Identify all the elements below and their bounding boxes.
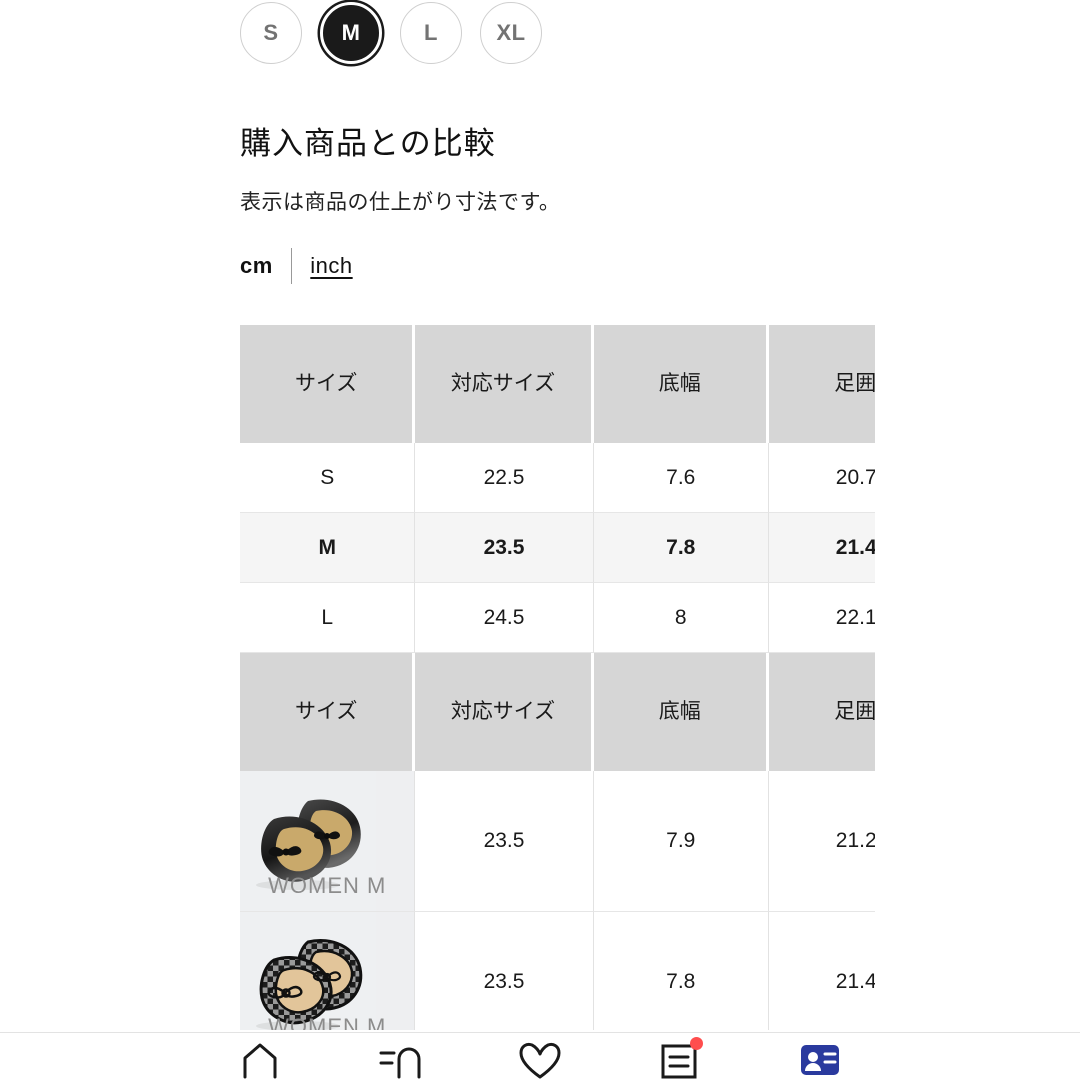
home-icon bbox=[243, 1043, 277, 1079]
size-table-container[interactable]: サイズ 対応サイズ 底幅 足囲 足長 S 22.5 7.6 20.7 23.7 … bbox=[240, 325, 875, 1030]
size-selector: S M L XL bbox=[240, 2, 542, 64]
product-thumbnail-label: WOMEN M bbox=[268, 1014, 387, 1030]
table-header-row: サイズ 対応サイズ 底幅 足囲 足長 bbox=[240, 325, 875, 443]
column-header-corresponding-size: 対応サイズ bbox=[415, 325, 594, 443]
table-row-selected: M 23.5 7.8 21.4 24.7 bbox=[240, 513, 875, 583]
nav-item-membership[interactable] bbox=[785, 1033, 855, 1080]
membership-card-icon bbox=[801, 1045, 839, 1075]
size-option-l[interactable]: L bbox=[400, 2, 462, 64]
product-row: WOMEN M 23.5 7.9 21.2 24.7 bbox=[240, 771, 875, 912]
product-thumbnail-cell[interactable]: WOMEN M bbox=[240, 912, 416, 1030]
unit-cm[interactable]: cm bbox=[240, 253, 291, 279]
cell-corresponding-size: 22.5 bbox=[415, 443, 594, 513]
cell-corresponding-size: 23.5 bbox=[415, 912, 594, 1030]
nav-item-search[interactable] bbox=[365, 1033, 435, 1080]
page-subtitle: 表示は商品の仕上がり寸法です。 bbox=[240, 191, 561, 214]
cell-corresponding-size: 23.5 bbox=[415, 771, 594, 912]
cell-foot-girth: 21.4 bbox=[769, 912, 875, 1030]
cell-foot-girth: 21.2 bbox=[769, 771, 875, 912]
size-option-m[interactable]: M bbox=[320, 2, 382, 64]
bottom-navigation-bar bbox=[0, 1032, 1080, 1080]
cell-sole-width: 7.8 bbox=[593, 912, 769, 1030]
column-header-sole-width: 底幅 bbox=[593, 653, 769, 771]
nav-item-orders[interactable] bbox=[645, 1033, 715, 1080]
cell-foot-girth: 21.4 bbox=[769, 513, 875, 583]
page-title: 購入商品との比較 bbox=[240, 126, 496, 161]
column-header-foot-girth: 足囲 bbox=[769, 325, 875, 443]
cell-foot-girth: 20.7 bbox=[769, 443, 875, 513]
cell-foot-girth: 22.1 bbox=[769, 583, 875, 653]
cell-sole-width: 7.8 bbox=[593, 513, 769, 583]
table-row: S 22.5 7.6 20.7 23.7 bbox=[240, 443, 875, 513]
column-header-foot-girth: 足囲 bbox=[769, 653, 875, 771]
table-header-row-secondary: サイズ 対応サイズ 底幅 足囲 足長 bbox=[240, 653, 875, 771]
row-size-label: S bbox=[240, 443, 416, 513]
product-thumbnail-label: WOMEN M bbox=[268, 873, 387, 898]
search-menu-icon bbox=[379, 1047, 421, 1079]
table-row: L 24.5 8 22.1 25.7 bbox=[240, 583, 875, 653]
row-size-label: L bbox=[240, 583, 416, 653]
unit-inch[interactable]: inch bbox=[292, 253, 352, 279]
nav-item-favorites[interactable] bbox=[505, 1033, 575, 1080]
size-comparison-page: S M L XL 購入商品との比較 表示は商品の仕上がり寸法です。 cm inc… bbox=[0, 0, 1080, 1080]
column-header-corresponding-size: 対応サイズ bbox=[415, 653, 594, 771]
column-header-size: サイズ bbox=[240, 653, 416, 771]
unit-toggle: cm inch bbox=[240, 248, 353, 284]
column-header-sole-width: 底幅 bbox=[593, 325, 769, 443]
cell-sole-width: 7.6 bbox=[593, 443, 769, 513]
row-size-label: M bbox=[240, 513, 416, 583]
gingham-ballet-flats-icon bbox=[256, 939, 363, 1030]
cell-corresponding-size: 24.5 bbox=[415, 583, 594, 653]
notification-badge bbox=[690, 1037, 703, 1050]
heart-icon bbox=[519, 1042, 561, 1079]
cell-sole-width: 7.9 bbox=[593, 771, 769, 912]
cell-sole-width: 8 bbox=[593, 583, 769, 653]
cell-corresponding-size: 23.5 bbox=[415, 513, 594, 583]
size-option-xl[interactable]: XL bbox=[480, 2, 542, 64]
size-comparison-table: サイズ 対応サイズ 底幅 足囲 足長 S 22.5 7.6 20.7 23.7 … bbox=[240, 325, 875, 1030]
product-thumbnail-cell[interactable]: WOMEN M bbox=[240, 771, 416, 912]
nav-item-home[interactable] bbox=[225, 1033, 295, 1080]
product-thumbnail-gingham-flats bbox=[240, 912, 376, 1030]
column-header-size: サイズ bbox=[240, 325, 416, 443]
product-row: WOMEN M 23.5 7.8 21.4 24.7 bbox=[240, 912, 875, 1030]
size-option-s[interactable]: S bbox=[240, 2, 302, 64]
